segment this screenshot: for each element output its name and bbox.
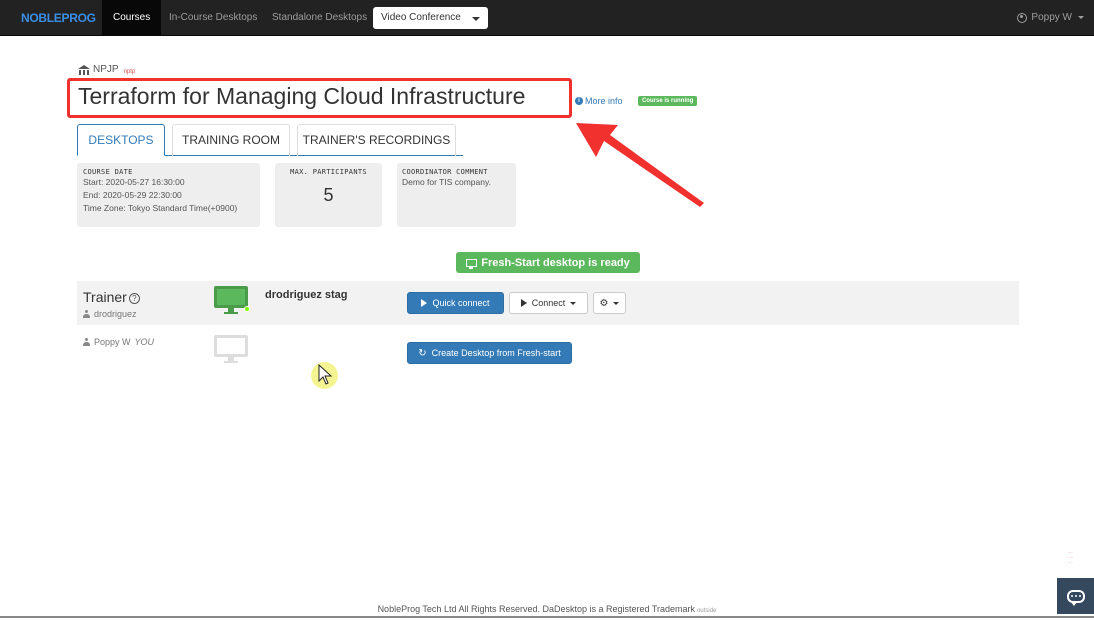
organization: NPJP nptp (78, 64, 135, 75)
bottom-divider (0, 616, 1094, 618)
connect-dropdown-button[interactable]: Connect (509, 292, 588, 314)
chevron-down-icon (570, 301, 577, 305)
chevron-down-icon (613, 301, 620, 305)
you-marker: YOU (134, 337, 155, 347)
user-icon (83, 310, 90, 318)
corner-note: ···· ····· ···· (1066, 550, 1074, 565)
quick-connect-button[interactable]: Quick connect (407, 292, 504, 314)
create-desktop-label: Create Desktop from Fresh-start (431, 348, 561, 358)
coordinator-comment-card: COORDINATOR COMMENT Demo for TIS company… (397, 163, 516, 227)
refresh-icon: ↻ (418, 347, 427, 359)
status-badge: Course is running (638, 96, 698, 106)
annotation-arrow (576, 123, 704, 207)
nav-in-course-desktops[interactable]: In-Course Desktops (158, 0, 268, 36)
organization-name: NPJP (93, 64, 119, 75)
info-icon: i (575, 97, 583, 105)
participants-value: 5 (323, 185, 334, 205)
student-desktop-icon (214, 335, 248, 363)
user-circle-icon (1017, 12, 1028, 23)
play-icon (520, 299, 527, 307)
comment-heading: COORDINATOR COMMENT (402, 168, 488, 176)
trainer-desktop-name: drodriguez stag (265, 289, 348, 301)
online-status-dot (244, 306, 250, 312)
course-end: End: 2020-05-29 22:30:00 (83, 190, 182, 200)
connect-label: Connect (531, 298, 566, 308)
trainer-desktop-icon[interactable] (214, 286, 250, 314)
course-start: Start: 2020-05-27 16:30:00 (83, 177, 185, 187)
nav-standalone-desktops[interactable]: Standalone Desktops (261, 0, 378, 36)
student-name: Poppy W (94, 337, 131, 347)
footer-tiny: outside (697, 608, 717, 614)
organization-tag: nptp (123, 68, 136, 75)
tab-bar: DESKTOPS TRAINING ROOM TRAINER'S RECORDI… (77, 124, 463, 156)
more-info-link[interactable]: i More info (575, 96, 623, 106)
student-user: Poppy W YOU (83, 337, 154, 347)
comment-text: Demo for TIS company. (402, 177, 491, 187)
footer-text: NobleProg Tech Ltd All Rights Reserved. … (377, 604, 696, 614)
video-conference-select[interactable]: Video Conference (373, 7, 488, 29)
tab-desktops[interactable]: DESKTOPS (77, 124, 165, 156)
footer: NobleProg Tech Ltd All Rights Reserved. … (0, 604, 1094, 614)
help-icon[interactable]: ? (128, 292, 140, 304)
settings-dropdown-button[interactable]: ⚙ (593, 292, 626, 314)
tab-trainers-recordings[interactable]: TRAINER'S RECORDINGS (297, 124, 456, 156)
video-conference-value: Video Conference (381, 12, 461, 23)
gear-icon: ⚙ (599, 297, 609, 309)
create-desktop-button[interactable]: ↻ Create Desktop from Fresh-start (407, 342, 572, 364)
chat-icon (1066, 589, 1085, 606)
trainer-user: drodriguez (83, 309, 137, 319)
brand-logo[interactable]: NOBLEPROG (21, 11, 96, 25)
trainer-role: Trainer? (83, 289, 140, 305)
bank-icon (78, 64, 90, 75)
nav-courses[interactable]: Courses (102, 0, 162, 36)
user-menu[interactable]: Poppy W (1017, 12, 1084, 23)
fresh-start-ready-badge: Fresh-Start desktop is ready (456, 252, 640, 273)
chevron-down-icon (1078, 16, 1084, 19)
trainer-username: drodriguez (94, 309, 137, 319)
play-icon (421, 299, 428, 307)
page-title: Terraform for Managing Cloud Infrastruct… (78, 83, 526, 109)
top-navbar: NOBLEPROG Courses In-Course Desktops Sta… (0, 0, 1094, 36)
mouse-pointer-icon (318, 364, 332, 385)
course-date-heading: COURSE DATE (83, 168, 133, 176)
user-icon (83, 338, 90, 346)
quick-connect-label: Quick connect (432, 298, 490, 308)
tab-training-room[interactable]: TRAINING ROOM (172, 124, 290, 156)
participants-card: MAX. PARTICIPANTS 5 (275, 163, 382, 227)
desktop-icon (466, 258, 478, 269)
chevron-down-icon (472, 17, 480, 21)
ready-text: Fresh-Start desktop is ready (481, 256, 630, 269)
trainer-role-label: Trainer (83, 289, 127, 305)
user-name: Poppy W (1031, 12, 1072, 23)
chat-button[interactable] (1057, 578, 1094, 614)
course-timezone: Time Zone: Tokyo Standard Time(+0900) (83, 203, 238, 213)
more-info-label: More info (585, 96, 623, 106)
course-date-card: COURSE DATE Start: 2020-05-27 16:30:00 E… (77, 163, 260, 227)
participants-heading: MAX. PARTICIPANTS (290, 168, 367, 176)
